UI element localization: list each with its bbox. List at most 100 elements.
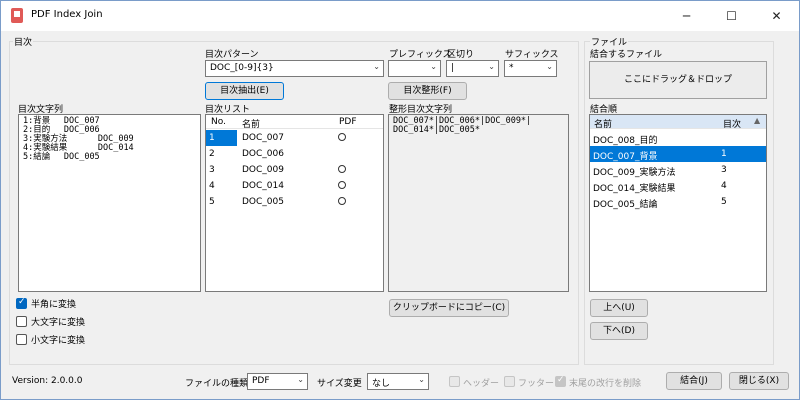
sort-ascending-icon: ▲	[754, 116, 761, 125]
toc-text-area[interactable]: 1:背景 DOC_007 2:目的 DOC_006 3:実験方法 DOC_009…	[18, 114, 201, 292]
pdf-found-icon	[338, 181, 346, 189]
copy-clipboard-button[interactable]: クリップボードにコピー(C)	[389, 299, 509, 317]
prefix-label: プレフィックス	[389, 50, 452, 60]
suffix-label: サフィックス	[505, 50, 559, 60]
trim-newline-label: 末尾の改行を削除	[569, 379, 642, 389]
uppercase-checkbox[interactable]	[16, 316, 27, 327]
pattern-label: 目次パターン	[205, 50, 259, 60]
formatted-toc-line: DOC_014*|DOC_005*	[393, 125, 480, 135]
join-order-header: 名前 目次 ▲	[590, 115, 766, 130]
toc-list-row[interactable]: 2 DOC_006	[206, 146, 383, 162]
toc-text-line: 5:結論 DOC_005	[23, 152, 100, 162]
join-order-row[interactable]: DOC_009_実験方法 3	[590, 162, 766, 178]
header-checkbox[interactable]	[449, 376, 460, 387]
join-order-list[interactable]: 名前 目次 ▲ DOC_008_目的 DOC_007_背景 1 DOC_009_…	[589, 114, 767, 292]
formatted-toc-area[interactable]: DOC_007*|DOC_006*|DOC_009*| DOC_014*|DOC…	[388, 114, 569, 292]
trim-newline-checkbox[interactable]	[555, 375, 566, 387]
toc-list-row[interactable]: 1 DOC_007	[206, 130, 383, 146]
separator-label: 区切り	[447, 50, 475, 60]
row-no: 5	[209, 197, 215, 207]
halfwidth-label: 半角に変換	[31, 300, 77, 310]
row-name: DOC_007	[242, 133, 284, 143]
join-order-row[interactable]: DOC_014_実験結果 4	[590, 178, 766, 194]
row-no: 3	[209, 165, 215, 175]
col-pdf-header: PDF	[339, 117, 357, 127]
pdf-found-icon	[338, 133, 346, 141]
pattern-combo[interactable]: DOC_[0-9]{3} ⌄	[205, 60, 384, 77]
toc-group-label: 目次	[13, 35, 34, 48]
move-up-button[interactable]: 上へ(U)	[590, 299, 648, 317]
halfwidth-checkbox[interactable]	[16, 297, 27, 309]
title-bar: PDF Index Join ─ ☐ ✕	[1, 1, 799, 31]
window-title: PDF Index Join	[31, 9, 103, 20]
row-toc: 1	[721, 149, 727, 159]
row-name: DOC_008_目的	[593, 136, 658, 146]
toc-list-header: No. 名前 PDF	[206, 115, 383, 130]
col-toc-header: 目次	[723, 120, 742, 130]
separator-combo[interactable]: | ⌄	[446, 60, 499, 77]
row-name: DOC_006	[242, 149, 284, 159]
file-type-value: PDF	[252, 376, 270, 386]
suffix-combo[interactable]: * ⌄	[504, 60, 557, 77]
pdf-found-icon	[338, 197, 346, 205]
row-name: DOC_005_結論	[593, 200, 658, 210]
chevron-down-icon: ⌄	[297, 375, 304, 384]
drop-zone[interactable]: ここにドラッグ＆ドロップ	[589, 61, 767, 99]
lowercase-label: 小文字に変換	[31, 336, 86, 346]
maximize-button[interactable]: ☐	[709, 1, 754, 31]
join-files-label: 結合するファイル	[590, 50, 663, 60]
join-button[interactable]: 結合(J)	[666, 372, 722, 390]
suffix-value: *	[509, 63, 514, 73]
row-no: 2	[209, 149, 215, 159]
toc-list-row[interactable]: 4 DOC_014	[206, 178, 383, 194]
row-name: DOC_014_実験結果	[593, 184, 676, 194]
row-name: DOC_014	[242, 181, 284, 191]
pdf-app-icon	[11, 8, 23, 23]
resize-label: サイズ変更	[317, 379, 362, 389]
row-name: DOC_009	[242, 165, 284, 175]
extract-toc-button[interactable]: 目次抽出(E)	[205, 82, 284, 100]
format-toc-button[interactable]: 目次整形(F)	[388, 82, 467, 100]
col-name-header: 名前	[242, 120, 261, 130]
row-name: DOC_005	[242, 197, 284, 207]
join-order-row[interactable]: DOC_005_結論 5	[590, 194, 766, 210]
toc-list-row[interactable]: 5 DOC_005	[206, 194, 383, 210]
lowercase-checkbox[interactable]	[16, 334, 27, 345]
row-no: 4	[209, 181, 215, 191]
row-toc: 3	[721, 165, 727, 175]
pattern-value: DOC_[0-9]{3}	[210, 63, 274, 73]
join-order-row[interactable]: DOC_008_目的	[590, 130, 766, 146]
chevron-down-icon: ⌄	[430, 62, 437, 71]
row-name: DOC_007_背景	[593, 152, 658, 162]
pdf-found-icon	[338, 165, 346, 173]
col-no-header: No.	[211, 117, 226, 127]
separator-value: |	[451, 63, 455, 73]
row-toc: 4	[721, 181, 727, 191]
chevron-down-icon: ⌄	[418, 375, 425, 384]
chevron-down-icon: ⌄	[373, 62, 380, 71]
app-window: PDF Index Join ─ ☐ ✕ 目次 目次パターン DOC_[0-9]…	[0, 0, 800, 400]
toc-list-row[interactable]: 3 DOC_009	[206, 162, 383, 178]
version-label: Version: 2.0.0.0	[12, 376, 83, 386]
minimize-button[interactable]: ─	[664, 1, 709, 31]
toc-list[interactable]: No. 名前 PDF 1 DOC_007 2 DOC_006 3 DOC_009…	[205, 114, 384, 292]
resize-combo[interactable]: なし ⌄	[367, 373, 429, 390]
row-name: DOC_009_実験方法	[593, 168, 676, 178]
join-order-row-selected[interactable]: DOC_007_背景 1	[590, 146, 766, 162]
footer-label: フッター	[518, 379, 555, 389]
uppercase-label: 大文字に変換	[31, 318, 86, 328]
file-type-combo[interactable]: PDF ⌄	[247, 373, 308, 390]
file-type-label: ファイルの種類	[185, 379, 249, 389]
row-no: 1	[209, 133, 215, 143]
chevron-down-icon: ⌄	[488, 62, 495, 71]
col-name-header: 名前	[594, 120, 613, 130]
chevron-down-icon: ⌄	[546, 62, 553, 71]
resize-value: なし	[372, 379, 391, 389]
close-window-button[interactable]: ✕	[754, 1, 799, 31]
footer-checkbox[interactable]	[504, 376, 515, 387]
row-toc: 5	[721, 197, 727, 207]
move-down-button[interactable]: 下へ(D)	[590, 322, 648, 340]
prefix-combo[interactable]: ⌄	[388, 60, 441, 77]
close-button[interactable]: 閉じる(X)	[729, 372, 789, 390]
header-label: ヘッダー	[463, 379, 500, 389]
